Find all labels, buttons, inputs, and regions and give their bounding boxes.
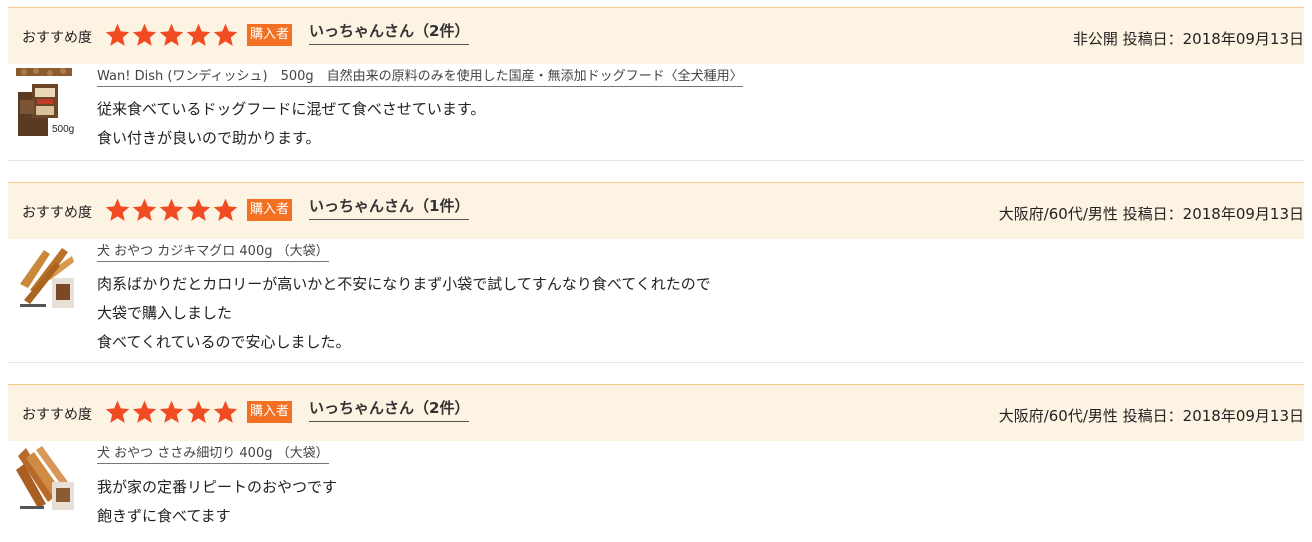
- buyer-badge: 購入者: [247, 401, 293, 423]
- star-icon: [186, 400, 211, 423]
- buyer-badge: 購入者: [247, 24, 293, 46]
- star-icon: [213, 400, 238, 423]
- recommend-label: おすすめ度: [22, 30, 92, 46]
- buyer-badge: 購入者: [247, 199, 293, 221]
- star-icon: [105, 198, 130, 221]
- star-icon: [186, 23, 211, 46]
- review-item: おすすめ度 購入者 いっちゃんさん（2件） 非公開 投稿日：2018年09月13…: [8, 7, 1304, 161]
- review-list: おすすめ度 購入者 いっちゃんさん（2件） 非公開 投稿日：2018年09月13…: [0, 0, 1312, 542]
- star-rating: [104, 197, 239, 223]
- star-icon: [105, 23, 130, 46]
- product-link[interactable]: 犬 おやつ カジキマグロ 400g （大袋）: [97, 244, 329, 262]
- chicken-strips-image: [16, 446, 74, 510]
- divider: [8, 160, 1304, 161]
- reviewer-link[interactable]: いっちゃんさん（2件）: [309, 397, 470, 422]
- star-icon: [213, 198, 238, 221]
- star-icon: [132, 400, 157, 423]
- dog-food-bag-image: 500g: [16, 68, 74, 136]
- swordfish-jerky-image: [20, 248, 74, 308]
- review-item: おすすめ度 購入者 いっちゃんさん（2件） 大阪府/60代/男性 投稿日：201…: [8, 384, 1304, 542]
- product-link[interactable]: Wan! Dish (ワンディッシュ) 500g 自然由来の原料のみを使用した国…: [97, 69, 743, 87]
- star-rating: [104, 399, 239, 425]
- review-text-line: 飽きずに食べてます: [97, 507, 231, 525]
- review-header: おすすめ度 購入者 いっちゃんさん（1件） 大阪府/60代/男性 投稿日：201…: [8, 182, 1304, 239]
- review-text-line: 食べてくれているので安心しました。: [97, 333, 351, 351]
- star-icon: [132, 198, 157, 221]
- review-meta: 大阪府/60代/男性 投稿日：2018年09月13日: [998, 205, 1304, 223]
- review-item: おすすめ度 購入者 いっちゃんさん（1件） 大阪府/60代/男性 投稿日：201…: [8, 182, 1304, 363]
- review-meta: 非公開 投稿日：2018年09月13日: [1072, 30, 1304, 48]
- star-icon: [159, 23, 184, 46]
- thumb-size-label: 500g: [52, 124, 74, 135]
- star-icon: [213, 23, 238, 46]
- review-text: 従来食べているドッグフードに混ぜて食べさせています。 食い付きが良いので助かりま…: [97, 95, 485, 153]
- review-meta: 大阪府/60代/男性 投稿日：2018年09月13日: [998, 407, 1304, 425]
- review-header: おすすめ度 購入者 いっちゃんさん（2件） 非公開 投稿日：2018年09月13…: [8, 7, 1304, 64]
- reviewer-link[interactable]: いっちゃんさん（2件）: [309, 20, 470, 45]
- review-text-line: 食い付きが良いので助かります。: [97, 129, 321, 147]
- star-icon: [132, 23, 157, 46]
- recommend-label: おすすめ度: [22, 407, 92, 423]
- review-header: おすすめ度 購入者 いっちゃんさん（2件） 大阪府/60代/男性 投稿日：201…: [8, 384, 1304, 441]
- star-icon: [105, 400, 130, 423]
- star-icon: [159, 400, 184, 423]
- review-text-line: 大袋で購入しました: [97, 304, 233, 322]
- product-thumbnail[interactable]: 500g: [16, 68, 76, 136]
- review-text: 肉系ばかりだとカロリーが高いかと不安になりまず小袋で試してすんなり食べてくれたの…: [97, 270, 711, 357]
- reviewer-link[interactable]: いっちゃんさん（1件）: [309, 195, 470, 220]
- review-text: 我が家の定番リピートのおやつです 飽きずに食べてます: [97, 473, 337, 531]
- product-thumbnail[interactable]: [16, 244, 76, 312]
- product-link[interactable]: 犬 おやつ ささみ細切り 400g （大袋）: [97, 446, 329, 464]
- review-text-line: 従来食べているドッグフードに混ぜて食べさせています。: [97, 100, 486, 118]
- divider: [8, 362, 1304, 363]
- star-rating: [104, 22, 239, 48]
- star-icon: [186, 198, 211, 221]
- recommend-label: おすすめ度: [22, 205, 92, 221]
- review-text-line: 肉系ばかりだとカロリーが高いかと不安になりまず小袋で試してすんなり食べてくれたの…: [97, 275, 711, 293]
- star-icon: [159, 198, 184, 221]
- product-thumbnail[interactable]: [16, 446, 76, 514]
- review-text-line: 我が家の定番リピートのおやつです: [97, 478, 338, 496]
